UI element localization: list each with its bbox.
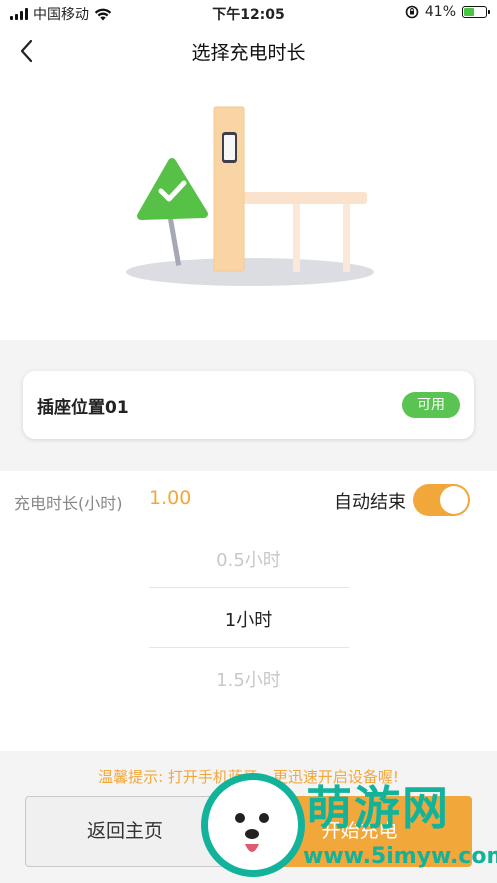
- watermark: 萌游网 www.5imyw.com: [198, 770, 497, 880]
- charging-station-illustration: [126, 106, 374, 286]
- watermark-url: www.5imyw.com: [303, 844, 497, 869]
- duration-panel: 充电时长(小时) 1.00 自动结束 0.5小时 1小时 1.5小时: [0, 471, 497, 751]
- duration-option[interactable]: 0.5小时: [0, 546, 497, 572]
- duration-option-selected[interactable]: 1小时: [0, 606, 497, 632]
- battery-icon: [462, 6, 490, 18]
- hero-section: [0, 76, 497, 340]
- home-button[interactable]: 返回主页: [25, 796, 225, 867]
- duration-label: 充电时长(小时): [14, 494, 123, 513]
- duration-option[interactable]: 1.5小时: [0, 666, 497, 692]
- auto-end-label: 自动结束: [334, 492, 406, 513]
- duration-value: 1.00: [149, 487, 192, 509]
- socket-card[interactable]: 插座位置01 可用: [23, 371, 474, 439]
- orientation-lock-icon: [405, 5, 419, 19]
- picker-divider: [149, 587, 349, 588]
- toggle-knob: [440, 486, 468, 514]
- battery-percent: 41%: [424, 4, 456, 20]
- auto-end-toggle[interactable]: [413, 484, 470, 516]
- socket-name: 插座位置01: [37, 398, 129, 418]
- status-bar: 中国移动 下午12:05 41%: [0, 0, 497, 26]
- status-badge: 可用: [402, 392, 460, 418]
- dog-logo-icon: [201, 773, 305, 877]
- nav-bar: 选择充电时长: [0, 26, 497, 76]
- picker-divider: [149, 647, 349, 648]
- status-right: 41%: [405, 4, 490, 20]
- page-title: 选择充电时长: [191, 42, 306, 64]
- watermark-brand: 萌游网: [306, 781, 450, 835]
